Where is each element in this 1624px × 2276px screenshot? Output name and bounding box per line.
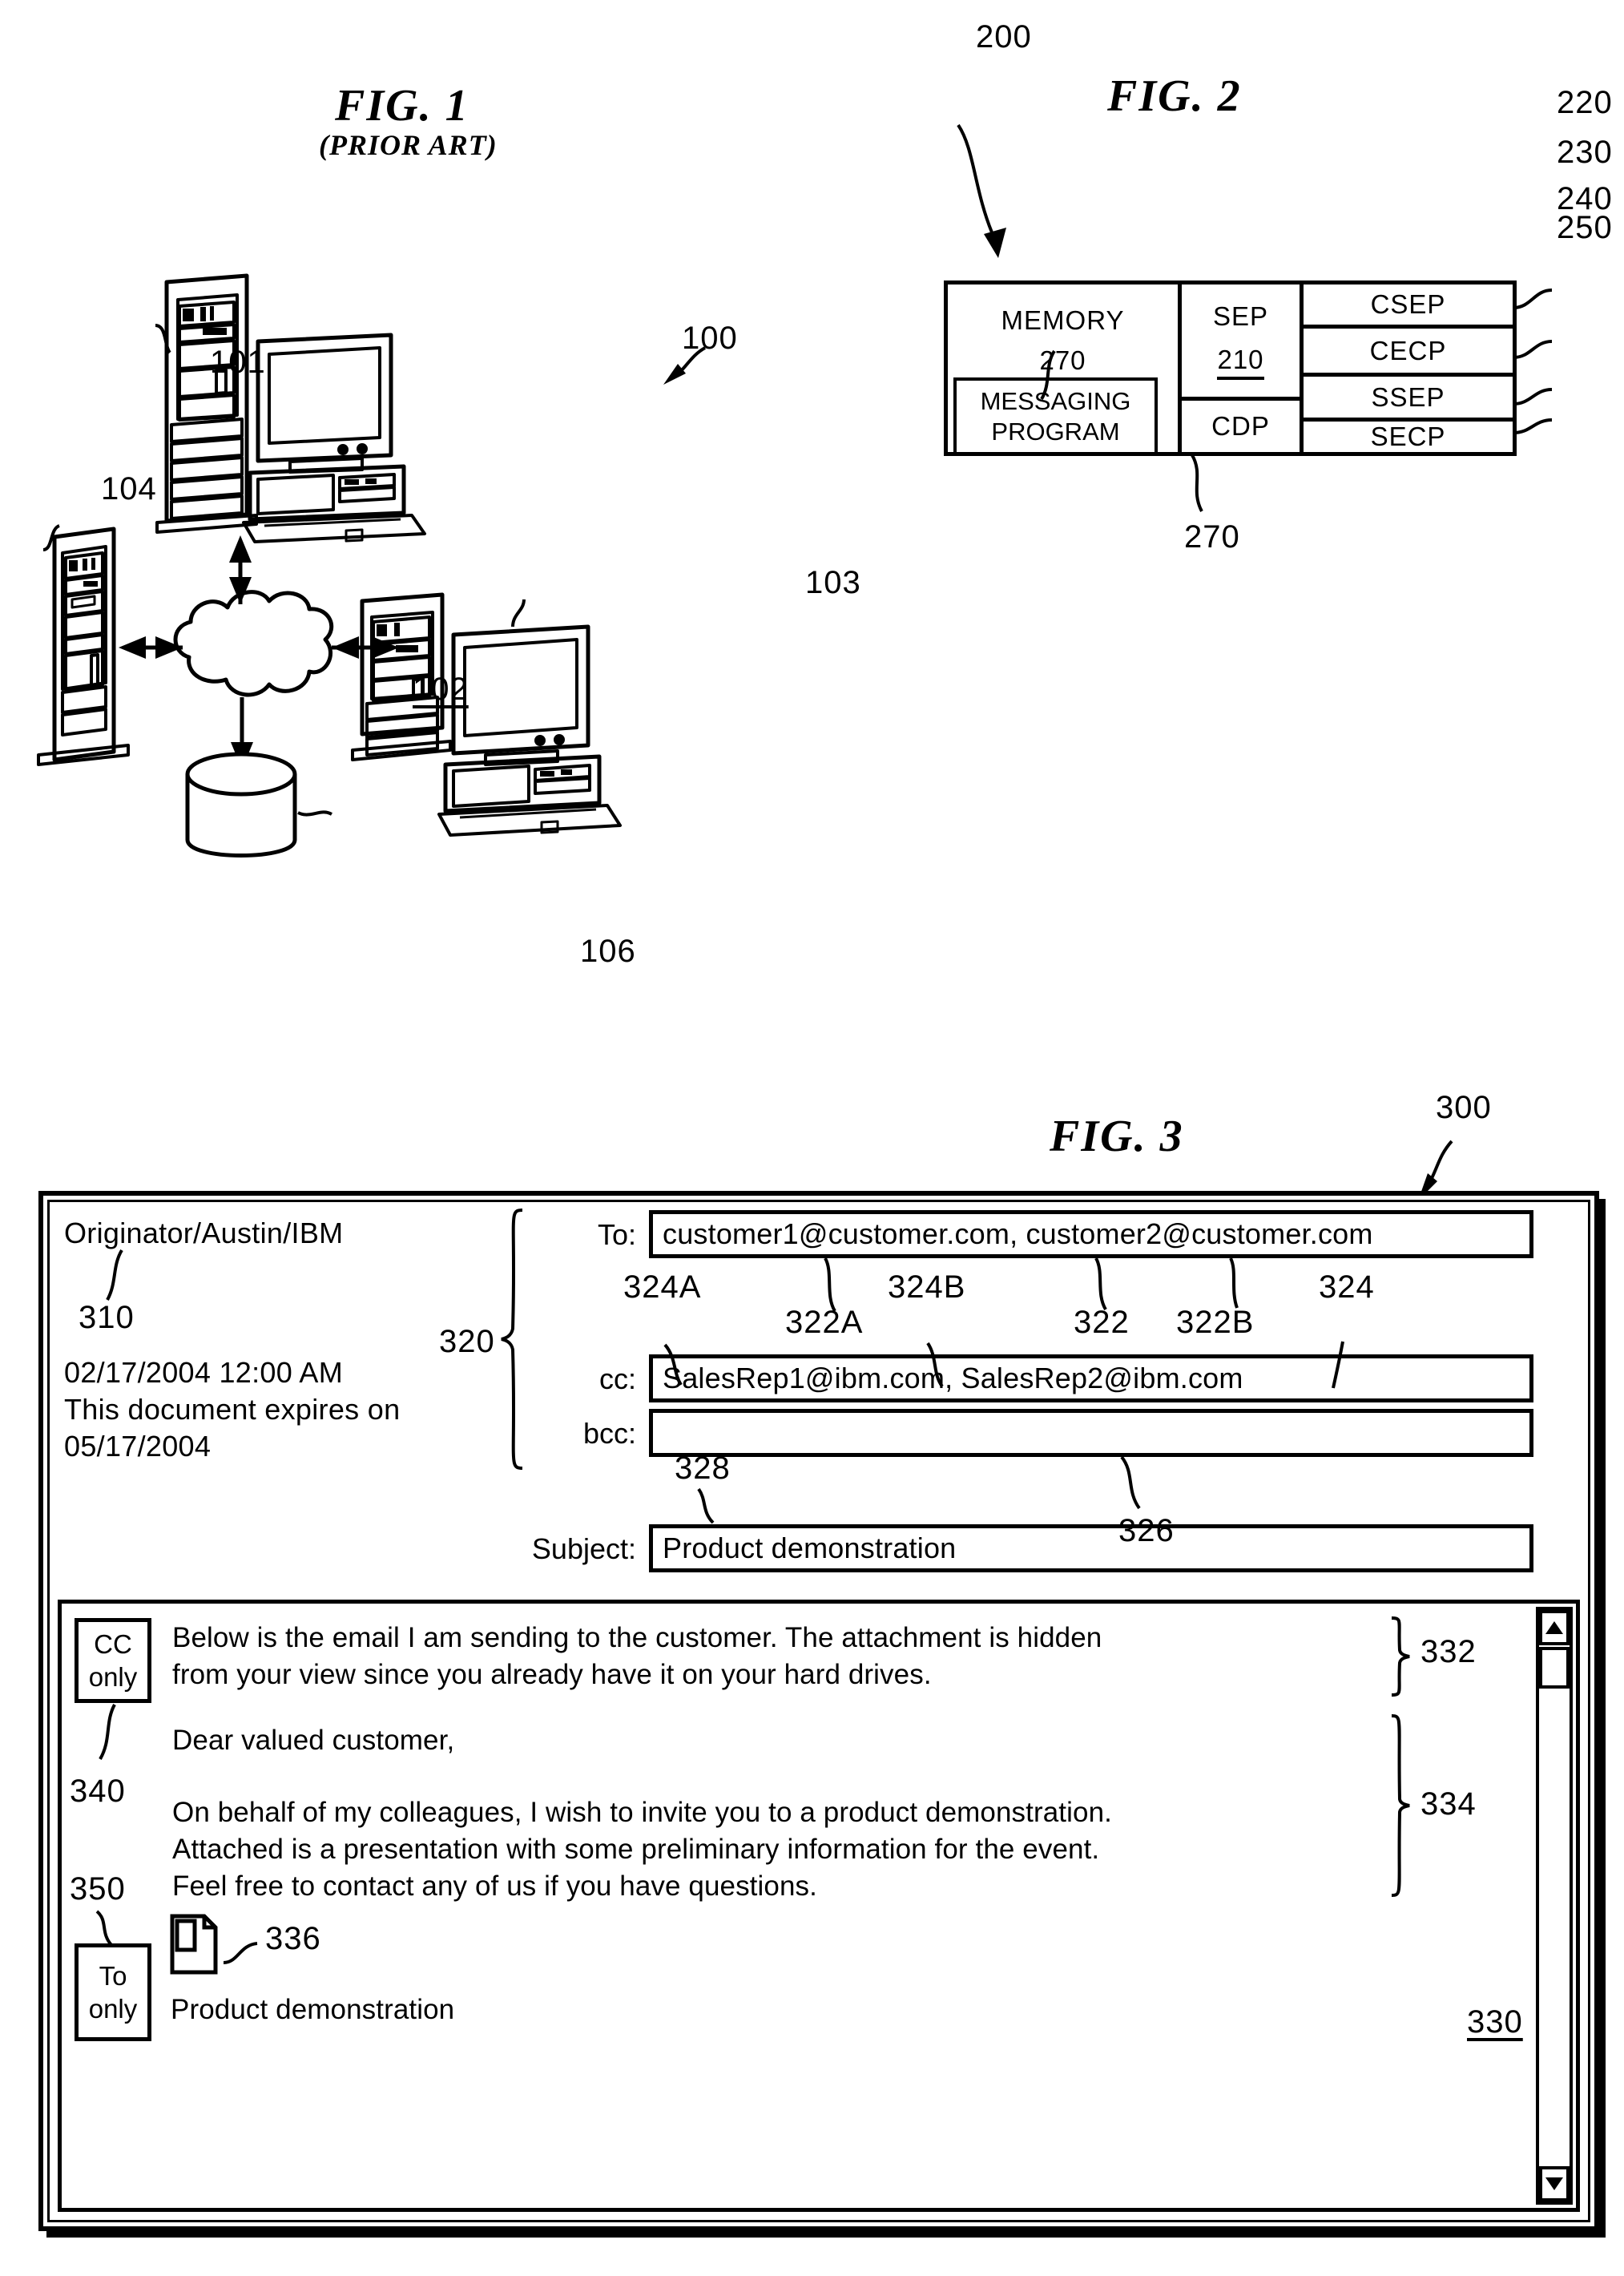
to-field-label: To: (597, 1218, 636, 1251)
scroll-down-button[interactable] (1539, 2166, 1570, 2201)
to-paragraph-line1: Dear valued customer, (172, 1725, 455, 1756)
cc-paragraph-line1: Below is the email I am sending to the c… (172, 1622, 1102, 1653)
ref-310: 310 (79, 1300, 135, 1335)
fig2-cdp-block: CDP (1182, 401, 1300, 452)
cc-paragraph-line2: from your view since you already have it… (172, 1659, 932, 1690)
to-paragraph-line4: Feel free to contact any of us if you ha… (172, 1870, 817, 1902)
fig2-secp-block: SECP (1304, 422, 1513, 452)
workstation-103-icon (351, 592, 622, 837)
bcc-field-input[interactable] (649, 1409, 1533, 1457)
ref-324B: 324B (888, 1269, 966, 1305)
ref-340: 340 (70, 1774, 126, 1809)
ref-300: 300 (1436, 1090, 1492, 1125)
to-paragraph-line2: On behalf of my colleagues, I wish to in… (172, 1797, 1112, 1828)
ref-326: 326 (1118, 1513, 1175, 1548)
workstation-101-icon (155, 273, 426, 543)
ref-328: 328 (675, 1451, 731, 1486)
ref-324: 324 (1319, 1269, 1375, 1305)
server-104-icon (37, 524, 130, 766)
to-paragraph-line3: Attached is a presentation with some pre… (172, 1834, 1100, 1865)
fig2-csep-label: CSEP (1370, 289, 1446, 319)
originator-name: Originator/Austin/IBM (64, 1217, 344, 1249)
ref-336: 336 (265, 1921, 321, 1956)
scrollbar-thumb[interactable] (1539, 1647, 1570, 1689)
fig3-email-window: Originator/Austin/IBM 02/17/2004 12:00 A… (38, 1191, 1599, 2231)
fig2-secp-label: SECP (1370, 422, 1446, 452)
attachment-name-label: Product demonstration (171, 1994, 455, 2025)
fig2-ssep-block: SSEP (1304, 377, 1513, 422)
ref-270-cdp: 270 (1184, 519, 1240, 555)
fig2-leader-cdp-270 (1191, 454, 1203, 512)
ref-350: 350 (70, 1871, 126, 1907)
ref-322B: 322B (1176, 1305, 1255, 1340)
fig3-brace-332 (1391, 1616, 1410, 1697)
fig2-block-diagram: MEMORY 270 MESSAGING PROGRAM SEP 210 CDP… (944, 280, 1517, 456)
fig3-header-pane: Originator/Austin/IBM 02/17/2004 12:00 A… (50, 1202, 1588, 1590)
fig3-window-inner-frame: Originator/Austin/IBM 02/17/2004 12:00 A… (47, 1200, 1590, 2222)
ref-324A: 324A (623, 1269, 702, 1305)
fig2-leader-200 (957, 123, 1006, 258)
fig2-cecp-label: CECP (1369, 335, 1447, 365)
to-only-tag: To only (75, 1943, 151, 2041)
ref-322: 322 (1074, 1305, 1130, 1340)
ref-250: 250 (1557, 210, 1613, 245)
ref-103: 103 (805, 565, 861, 600)
fig2-sep-label: SEP (1212, 301, 1269, 332)
fig3-title: FIG. 3 (1050, 1112, 1184, 1161)
bcc-field-label: bcc: (582, 1417, 636, 1450)
originator-timestamp: 02/17/2004 12:00 AM (64, 1356, 343, 1389)
ref-100: 100 (682, 321, 738, 356)
attachment-file-icon[interactable] (167, 1913, 224, 1979)
originator-expiry-line2: 05/17/2004 (64, 1430, 212, 1463)
ref-102: 102 (413, 672, 469, 707)
fig1-title: FIG. 1 (335, 81, 469, 131)
fig2-sep-number: 210 (1217, 345, 1264, 380)
fig2-memory-label: MEMORY (1001, 305, 1125, 335)
fig2-right-column: CSEP CECP SSEP SECP (1304, 284, 1513, 452)
ref-332: 332 (1420, 1634, 1477, 1669)
fig3-brace-334 (1391, 1714, 1410, 1897)
fig2-leader-memory-270 (1040, 349, 1056, 401)
cc-only-tag-label: CC only (88, 1628, 138, 1692)
originator-expiry-line1: This document expires on (64, 1393, 401, 1426)
cc-field-label: cc: (598, 1362, 636, 1395)
scroll-up-button[interactable] (1539, 1610, 1570, 1645)
ref-104: 104 (101, 471, 157, 506)
storage-106-icon (185, 752, 332, 858)
fig1-subtitle: (PRIOR ART) (319, 129, 498, 161)
fig2-cecp-block: CECP (1304, 329, 1513, 377)
ref-334: 334 (1420, 1786, 1477, 1822)
body-scrollbar-track[interactable] (1536, 1607, 1573, 2205)
ref-230: 230 (1557, 135, 1613, 170)
fig2-cdp-label: CDP (1211, 411, 1270, 442)
to-field-input[interactable]: customer1@customer.com, customer2@custom… (649, 1210, 1533, 1258)
fig2-middle-column: SEP 210 CDP (1182, 284, 1304, 452)
scroll-down-arrow-icon (1545, 2177, 1563, 2190)
fig1-network-diagram (37, 273, 707, 858)
subject-field-label: Subject: (531, 1532, 636, 1565)
ref-330: 330 (1467, 2004, 1523, 2040)
fig3-leader-328 (697, 1487, 715, 1524)
ref-106: 106 (580, 934, 636, 969)
scroll-up-arrow-icon (1545, 1621, 1563, 1634)
fig3-message-body-pane: CC only 340 350 To only Below is the ema… (58, 1600, 1580, 2212)
fig2-sep-block: SEP 210 (1182, 284, 1300, 401)
fig2-csep-block: CSEP (1304, 284, 1513, 329)
ref-320: 320 (439, 1324, 495, 1359)
ref-322A: 322A (785, 1305, 864, 1340)
fig2-right-leaders (1513, 289, 1553, 434)
fig3-leader-340 (99, 1704, 116, 1761)
ref-220: 220 (1557, 85, 1613, 120)
to-only-tag-label: To only (88, 1960, 138, 2024)
network-cloud-102-icon (173, 590, 334, 697)
ref-200: 200 (976, 19, 1032, 54)
fig2-ssep-label: SSEP (1371, 381, 1445, 412)
ref-101: 101 (210, 345, 266, 380)
cc-only-tag: CC only (75, 1618, 151, 1703)
